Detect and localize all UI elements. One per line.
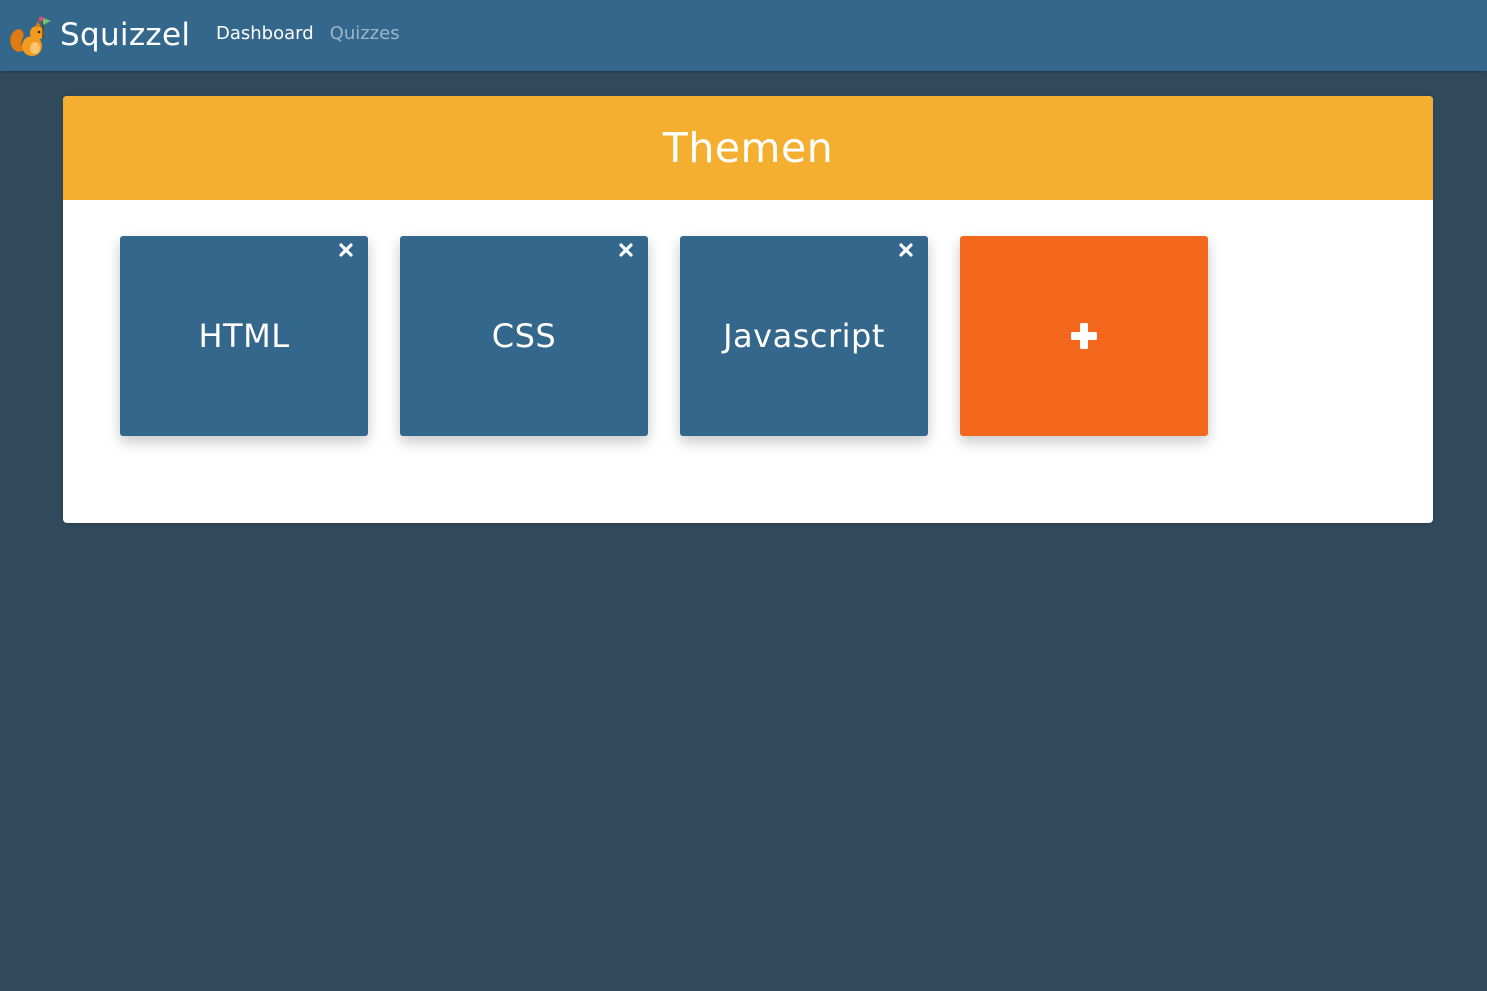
brand-name: Squizzel [60,17,191,53]
top-navbar: Squizzel Dashboard Quizzes [0,0,1487,71]
topic-tiles: HTML CSS Javascript [120,236,1208,436]
topics-card: Themen HTML CSS Javascript [63,96,1433,523]
topic-label: CSS [491,317,557,355]
topics-card-header: Themen [63,96,1433,200]
add-topic-button[interactable] [960,236,1208,436]
page-title: Themen [662,124,834,172]
nav-link-quizzes[interactable]: Quizzes [330,23,400,44]
close-icon[interactable] [898,242,914,258]
close-icon[interactable] [618,242,634,258]
main-nav: Dashboard Quizzes [216,0,400,66]
topic-tile-html[interactable]: HTML [120,236,368,436]
brand-link[interactable]: Squizzel [8,12,190,58]
topic-label: Javascript [723,317,885,355]
nav-link-dashboard[interactable]: Dashboard [216,23,314,44]
squirrel-logo-icon [10,16,51,56]
topic-tile-css[interactable]: CSS [400,236,648,436]
topic-tile-javascript[interactable]: Javascript [680,236,928,436]
topic-label: HTML [198,317,290,355]
close-icon[interactable] [338,242,354,258]
plus-icon [1071,323,1097,349]
